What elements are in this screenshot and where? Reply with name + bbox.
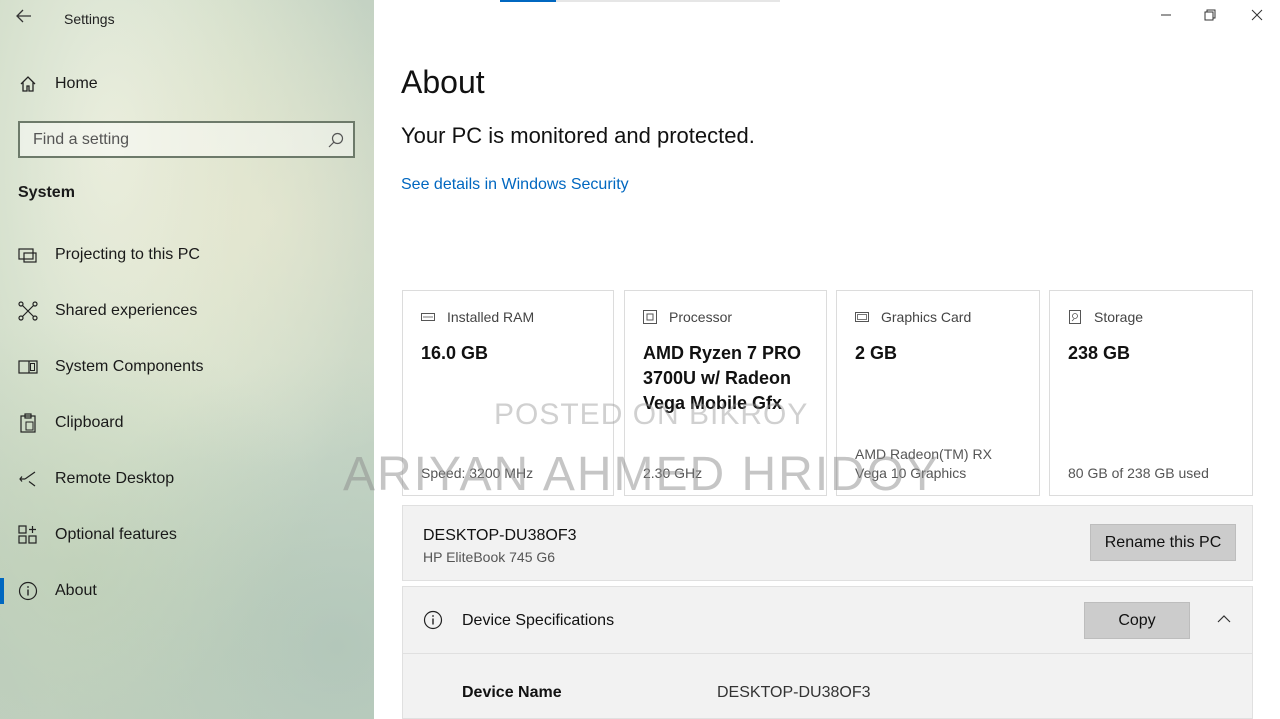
main-content: About Your PC is monitored and protected…: [374, 0, 1280, 719]
active-indicator: [0, 578, 4, 604]
graphics-card: Graphics Card 2 GB AMD Radeon(TM) RX Veg…: [836, 290, 1040, 496]
app-title: Settings: [64, 11, 115, 27]
sidebar: Settings Home Find a setting System Proj…: [0, 0, 374, 719]
card-subtext: 2.30 GHz: [643, 465, 703, 481]
card-header-label: Installed RAM: [447, 309, 535, 325]
pc-name: DESKTOP-DU38OF3: [423, 527, 577, 544]
card-value: AMD Ryzen 7 PRO 3700U w/ Radeon Vega Mob…: [643, 343, 802, 413]
sidebar-item-home[interactable]: Home: [0, 61, 374, 107]
sidebar-item-shared[interactable]: Shared experiences: [0, 288, 374, 334]
card-header-label: Storage: [1094, 309, 1144, 325]
sidebar-item-label: Shared experiences: [55, 302, 198, 319]
sidebar-item-label: System Components: [55, 358, 204, 375]
scroll-indicator: [500, 0, 780, 2]
card-subtext: AMD Radeon(TM) RX Vega 10 Graphics: [855, 446, 992, 481]
sidebar-item-label: Remote Desktop: [55, 470, 175, 487]
processor-card: Processor AMD Ryzen 7 PRO 3700U w/ Radeo…: [624, 290, 827, 496]
sidebar-item-projecting[interactable]: Projecting to this PC: [0, 232, 374, 278]
spec-key: Device Name: [462, 684, 562, 701]
ram-card: Installed RAM 16.0 GB Speed: 3200 MHz: [402, 290, 614, 496]
sidebar-item-clipboard[interactable]: Clipboard: [0, 400, 374, 446]
card-subtext: 80 GB of 238 GB used: [1068, 465, 1209, 481]
sidebar-item-label: Home: [55, 75, 98, 92]
sidebar-item-label: Clipboard: [55, 414, 124, 431]
protection-status: Your PC is monitored and protected.: [401, 123, 755, 148]
device-specifications-panel: Device Specifications Copy Device Name D…: [402, 586, 1253, 719]
projector-icon: [18, 245, 38, 265]
restore-icon[interactable]: [1200, 5, 1220, 25]
processor-icon: [643, 310, 657, 324]
sidebar-item-label: Projecting to this PC: [55, 246, 200, 263]
close-icon[interactable]: [1247, 5, 1267, 25]
remote-desktop-icon: [18, 469, 38, 489]
ram-icon: [421, 310, 435, 324]
sidebar-item-remote-desktop[interactable]: Remote Desktop: [0, 456, 374, 502]
device-specifications-header[interactable]: Device Specifications Copy: [403, 587, 1252, 654]
graphics-card-icon: [855, 310, 869, 324]
pc-name-panel: DESKTOP-DU38OF3 HP EliteBook 745 G6 Rena…: [402, 505, 1253, 581]
card-value: 2 GB: [855, 343, 898, 363]
page-title: About: [401, 64, 485, 100]
minimize-icon[interactable]: [1156, 5, 1176, 25]
search-placeholder: Find a setting: [33, 130, 130, 148]
pc-model: HP EliteBook 745 G6: [423, 549, 556, 565]
share-icon: [18, 301, 38, 321]
rename-pc-button[interactable]: Rename this PC: [1090, 524, 1236, 561]
search-icon[interactable]: [327, 131, 345, 149]
info-icon: [18, 581, 38, 601]
security-link[interactable]: See details in Windows Security: [401, 176, 629, 194]
device-specifications-title: Device Specifications: [462, 612, 615, 629]
spec-value: DESKTOP-DU38OF3: [717, 684, 871, 701]
copy-button[interactable]: Copy: [1084, 602, 1190, 639]
chevron-up-icon[interactable]: [1216, 611, 1232, 627]
card-header-label: Processor: [669, 309, 733, 325]
sidebar-item-about[interactable]: About: [0, 568, 374, 614]
info-icon: [423, 610, 443, 630]
sidebar-item-label: Optional features: [55, 526, 177, 543]
sidebar-item-optional-features[interactable]: Optional features: [0, 512, 374, 558]
card-header: Processor: [643, 309, 732, 325]
card-header: Storage: [1068, 309, 1143, 325]
card-value: 238 GB: [1068, 343, 1131, 363]
storage-card: Storage 238 GB 80 GB of 238 GB used: [1049, 290, 1253, 496]
grid-plus-icon: [18, 525, 38, 545]
card-header-label: Graphics Card: [881, 309, 972, 325]
sidebar-item-system-components[interactable]: System Components: [0, 344, 374, 390]
home-icon: [18, 74, 38, 94]
clipboard-icon: [18, 413, 38, 433]
components-icon: [18, 357, 38, 377]
section-title: System: [18, 184, 75, 201]
card-subtext: Speed: 3200 MHz: [421, 465, 534, 481]
card-value: 16.0 GB: [421, 343, 489, 363]
card-header: Graphics Card: [855, 309, 971, 325]
back-arrow-icon[interactable]: [14, 6, 34, 26]
storage-icon: [1068, 310, 1082, 324]
card-header: Installed RAM: [421, 309, 534, 325]
search-input[interactable]: Find a setting: [18, 121, 355, 158]
sidebar-item-label: About: [55, 582, 97, 599]
